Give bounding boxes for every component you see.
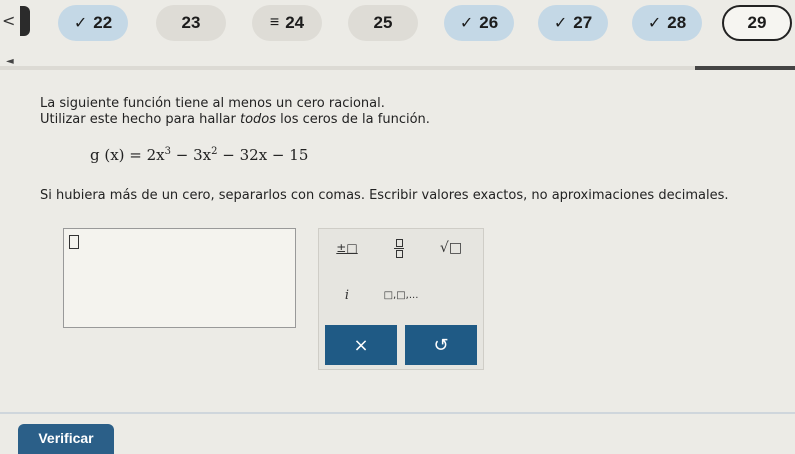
fraction-icon — [394, 238, 404, 258]
check-icon: ✓ — [459, 15, 474, 32]
answer-input[interactable] — [63, 228, 296, 328]
check-icon: ✓ — [553, 15, 568, 32]
problem-line-2: Utilizar este hecho para hallar todos lo… — [40, 112, 780, 128]
question-number: 28 — [667, 13, 687, 32]
footer-divider — [0, 412, 795, 414]
function-equation: g (x) = 2x3 − 3x2 − 32x − 15 — [90, 146, 308, 164]
plus-minus-button[interactable]: ±□ — [327, 235, 367, 261]
text: Utilizar este hecho para hallar — [40, 112, 240, 127]
square-root-button[interactable]: √□ — [429, 235, 473, 261]
list-button[interactable]: □,□,... — [377, 283, 425, 307]
question-number: 29 — [747, 13, 767, 32]
verify-button[interactable]: Verificar — [18, 424, 114, 454]
problem-statement: La siguiente función tiene al menos un c… — [40, 96, 780, 128]
emphasis-text: todos — [239, 112, 276, 127]
clear-button[interactable]: × — [325, 325, 397, 365]
question-28-button[interactable]: ✓ 28 — [632, 5, 702, 41]
imaginary-unit-button[interactable]: i — [327, 283, 367, 307]
instructions-text: Si hubiera más de un cero, separarlos co… — [40, 188, 729, 203]
progress-track — [0, 66, 795, 70]
question-number: 25 — [373, 13, 393, 32]
question-number: 26 — [479, 13, 499, 32]
equation-part: − 32x − 15 — [217, 146, 309, 164]
cursor-placeholder — [69, 235, 79, 249]
check-icon: ✓ — [73, 15, 88, 32]
question-26-button[interactable]: ✓ 26 — [444, 5, 514, 41]
question-number: 24 — [285, 13, 305, 32]
question-number: 22 — [93, 13, 113, 32]
fraction-button[interactable] — [379, 235, 419, 261]
question-number: 23 — [181, 13, 201, 32]
text: los ceros de la función. — [276, 112, 430, 127]
nav-prev-bar[interactable] — [20, 6, 30, 36]
question-27-button[interactable]: ✓ 27 — [538, 5, 608, 41]
question-22-button[interactable]: ✓ 22 — [58, 5, 128, 41]
math-keypad: ±□ √□ i □,□,... × ↺ — [318, 228, 484, 370]
undo-button[interactable]: ↺ — [405, 325, 477, 365]
progress-fill — [695, 66, 795, 70]
equals-icon: ≡ — [269, 14, 280, 31]
question-25-button[interactable]: 25 — [348, 5, 418, 41]
equation-part: − 3x — [171, 146, 212, 164]
problem-line-1: La siguiente función tiene al menos un c… — [40, 96, 385, 111]
question-29-button[interactable]: 29 — [722, 5, 792, 41]
question-navbar: < ✓ 22 23 ≡ 24 25 ✓ 26 ✓ 27 ✓ 28 29 — [0, 0, 795, 60]
question-number: 27 — [573, 13, 593, 32]
equation-part: g (x) = 2x — [90, 146, 165, 164]
check-icon: ✓ — [647, 15, 662, 32]
question-23-button[interactable]: 23 — [156, 5, 226, 41]
question-24-button[interactable]: ≡ 24 — [252, 5, 322, 41]
